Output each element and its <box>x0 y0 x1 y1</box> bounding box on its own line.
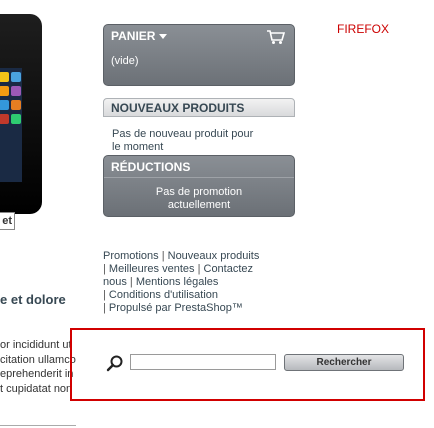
separator: | <box>161 250 165 262</box>
product-image[interactable] <box>0 14 42 214</box>
separator: | <box>129 276 133 288</box>
footer-links: Promotions | Nouveaux produits | Meilleu… <box>103 250 303 315</box>
app-icon <box>0 86 9 96</box>
footer-link-best-sales[interactable]: Meilleures ventes <box>109 263 195 275</box>
footer-link-terms[interactable]: Conditions d'utilisation <box>109 289 218 301</box>
discounts-text: actuellement <box>167 198 231 211</box>
discounts-text: Pas de promotion <box>155 186 243 198</box>
product-image-label[interactable]: et <box>0 212 15 230</box>
phone-screen <box>0 68 22 182</box>
cart-block: PANIER (vide) <box>103 24 295 86</box>
new-products-header[interactable]: NOUVEAUX PRODUITS <box>103 98 295 117</box>
discounts-header[interactable]: RÉDUCTIONS <box>104 156 294 178</box>
app-icon <box>11 100 21 110</box>
app-icon <box>11 72 21 82</box>
browser-note: FIREFOX <box>337 22 390 36</box>
new-products-body: Pas de nouveau produit pour le moment <box>103 128 295 153</box>
footer-link-promotions[interactable]: Promotions <box>103 250 159 262</box>
separator: | <box>197 263 201 275</box>
app-icon <box>0 72 9 82</box>
app-icon <box>11 86 21 96</box>
caret-down-icon[interactable] <box>159 33 168 39</box>
divider <box>0 425 76 426</box>
discounts-block: RÉDUCTIONS Pas de promotion actuellement <box>103 155 295 217</box>
app-icon <box>0 100 9 110</box>
footer-link-new-products[interactable]: Nouveaux produits <box>168 250 260 262</box>
cart-empty-text: (vide) <box>111 55 139 67</box>
shopping-cart-icon[interactable] <box>266 29 286 45</box>
footer-link-contact[interactable]: Contactez <box>204 263 254 275</box>
footer-link-legal[interactable]: Mentions légales <box>136 276 219 288</box>
discounts-body: Pas de promotion actuellement <box>104 178 294 211</box>
new-products-text: Pas de nouveau produit pour <box>112 128 254 140</box>
cart-title[interactable]: PANIER <box>111 29 155 43</box>
search-input[interactable] <box>130 354 276 370</box>
search-icon <box>106 355 123 372</box>
footer-link-powered[interactable]: Propulsé par PrestaShop™ <box>109 302 243 314</box>
product-title[interactable]: e et dolore <box>0 292 66 307</box>
separator: | <box>103 263 106 275</box>
app-icon <box>11 114 21 124</box>
search-button[interactable]: Rechercher <box>284 354 404 371</box>
new-products-text: le moment <box>112 140 164 153</box>
app-icon <box>0 114 9 124</box>
footer-link-contact-cont[interactable]: nous <box>103 276 127 288</box>
separator: | <box>103 289 106 301</box>
separator: | <box>103 302 106 314</box>
